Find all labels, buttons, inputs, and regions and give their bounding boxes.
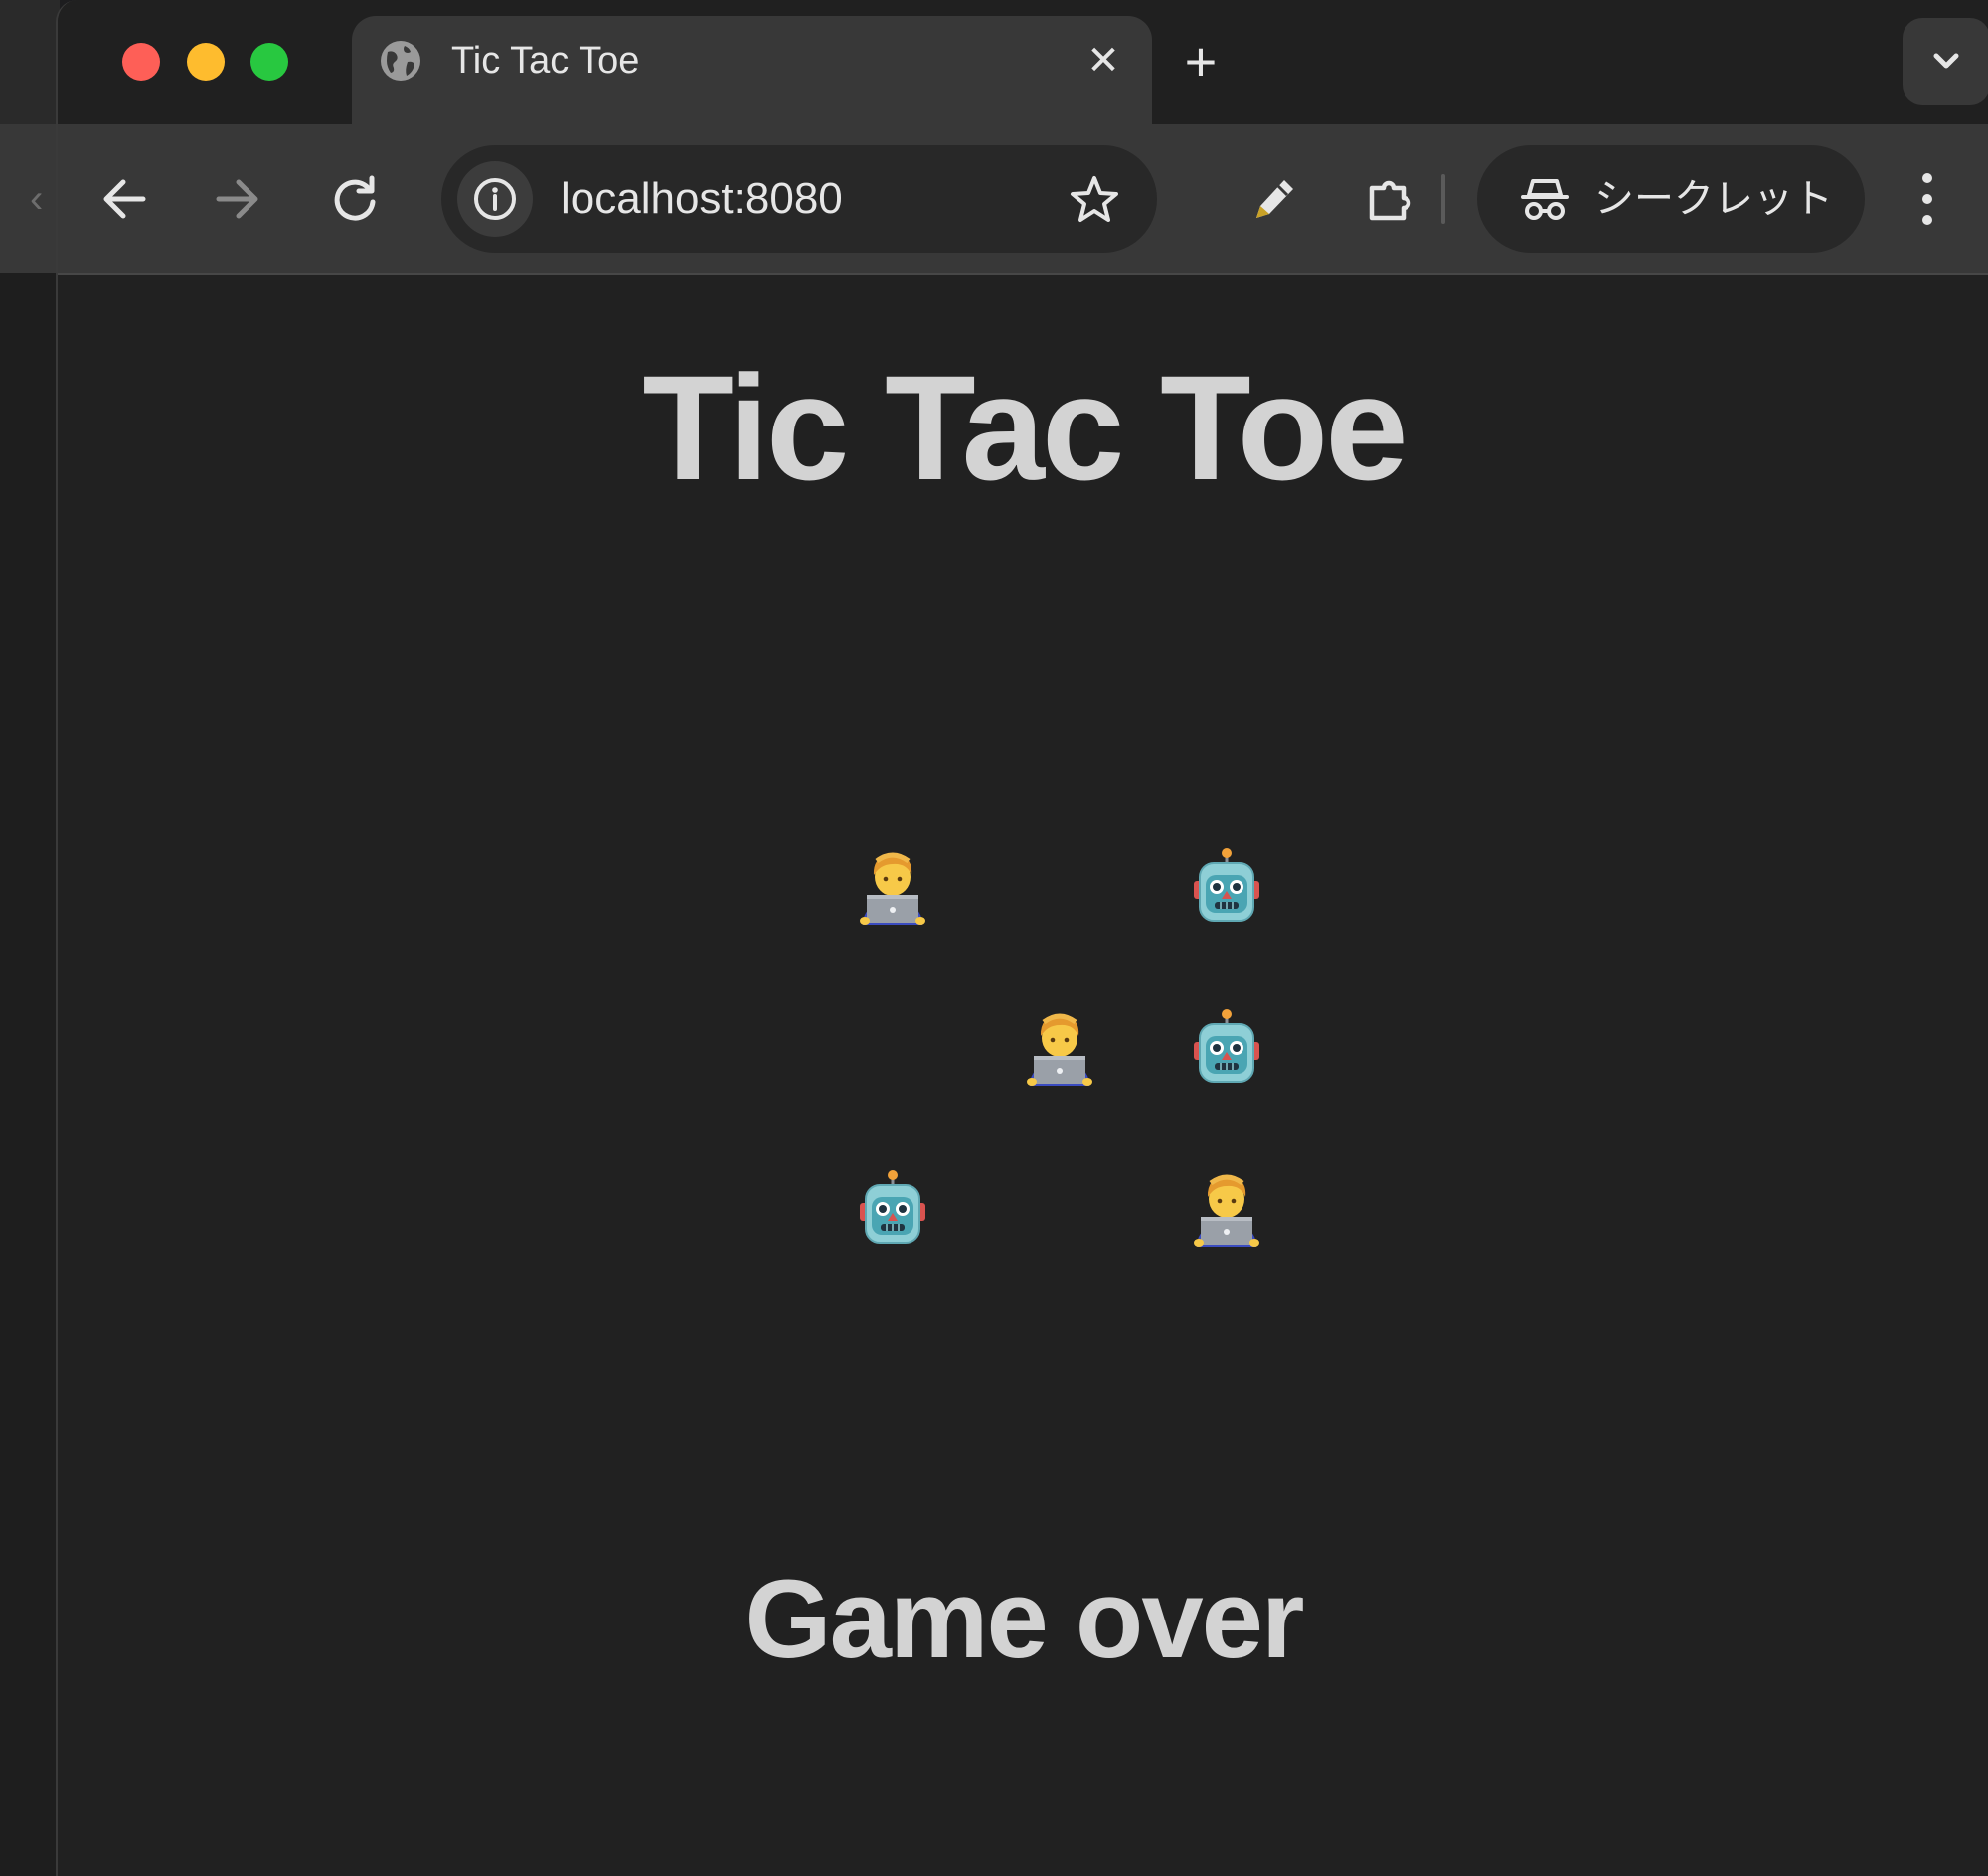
robot-emoji bbox=[1194, 848, 1259, 922]
pen-icon[interactable] bbox=[1242, 168, 1304, 230]
toolbar: localhost:8080 シークレット bbox=[58, 124, 1988, 275]
reload-icon[interactable] bbox=[324, 168, 386, 230]
forward-arrow-icon[interactable] bbox=[207, 168, 268, 230]
page-content: Tic Tac Toe Game over bbox=[58, 275, 1988, 1876]
board-cell-1[interactable] bbox=[976, 805, 1143, 966]
technologist-emoji bbox=[1027, 1013, 1092, 1086]
info-icon bbox=[474, 178, 516, 220]
robot-emoji bbox=[860, 1170, 925, 1244]
board-cell-8[interactable] bbox=[1143, 1127, 1310, 1288]
more-vert-icon[interactable] bbox=[1912, 164, 1942, 234]
url-text[interactable]: localhost:8080 bbox=[561, 173, 843, 225]
close-icon[interactable]: ✕ bbox=[1082, 40, 1124, 82]
star-icon[interactable] bbox=[1068, 173, 1121, 227]
puzzle-icon[interactable] bbox=[1360, 168, 1421, 230]
tab-search-button[interactable] bbox=[1903, 18, 1988, 105]
background-window: ‹ bbox=[0, 0, 60, 1876]
technologist-emoji bbox=[860, 852, 925, 925]
incognito-label: シークレット bbox=[1594, 177, 1833, 221]
game-status: Game over bbox=[745, 1557, 1305, 1681]
technologist-emoji bbox=[1194, 1174, 1259, 1247]
incognito-button[interactable]: シークレット bbox=[1477, 145, 1865, 253]
globe-icon bbox=[381, 41, 420, 81]
board-cell-4[interactable] bbox=[976, 966, 1143, 1127]
background-back-arrow-icon: ‹ bbox=[30, 177, 44, 221]
close-window-button[interactable] bbox=[122, 43, 160, 81]
minimize-window-button[interactable] bbox=[187, 43, 225, 81]
plus-icon[interactable]: + bbox=[1175, 34, 1227, 89]
board-cell-2[interactable] bbox=[1143, 805, 1310, 966]
board-cell-0[interactable] bbox=[809, 805, 976, 966]
board-cell-5[interactable] bbox=[1143, 966, 1310, 1127]
tab-strip: Tic Tac Toe ✕ + bbox=[58, 0, 1988, 124]
board-cell-6[interactable] bbox=[809, 1127, 976, 1288]
page-title: Tic Tac Toe bbox=[642, 344, 1408, 511]
board-cell-7[interactable] bbox=[976, 1127, 1143, 1288]
address-bar[interactable]: localhost:8080 bbox=[441, 145, 1157, 253]
tab-tic-tac-toe[interactable]: Tic Tac Toe ✕ bbox=[352, 16, 1152, 124]
board-cell-3[interactable] bbox=[809, 966, 976, 1127]
browser-window: Tic Tac Toe ✕ + localhost:8080 シークレット Ti… bbox=[56, 0, 1988, 1876]
back-arrow-icon[interactable] bbox=[93, 168, 155, 230]
incognito-icon bbox=[1521, 179, 1569, 220]
chevron-down-icon bbox=[1933, 53, 1959, 69]
fullscreen-window-button[interactable] bbox=[250, 43, 288, 81]
tab-title: Tic Tac Toe bbox=[451, 40, 640, 82]
site-info-button[interactable] bbox=[457, 161, 533, 237]
robot-emoji bbox=[1194, 1009, 1259, 1083]
toolbar-divider bbox=[1441, 174, 1445, 224]
background-tabstrip bbox=[0, 0, 60, 124]
game-board bbox=[809, 805, 1310, 1288]
